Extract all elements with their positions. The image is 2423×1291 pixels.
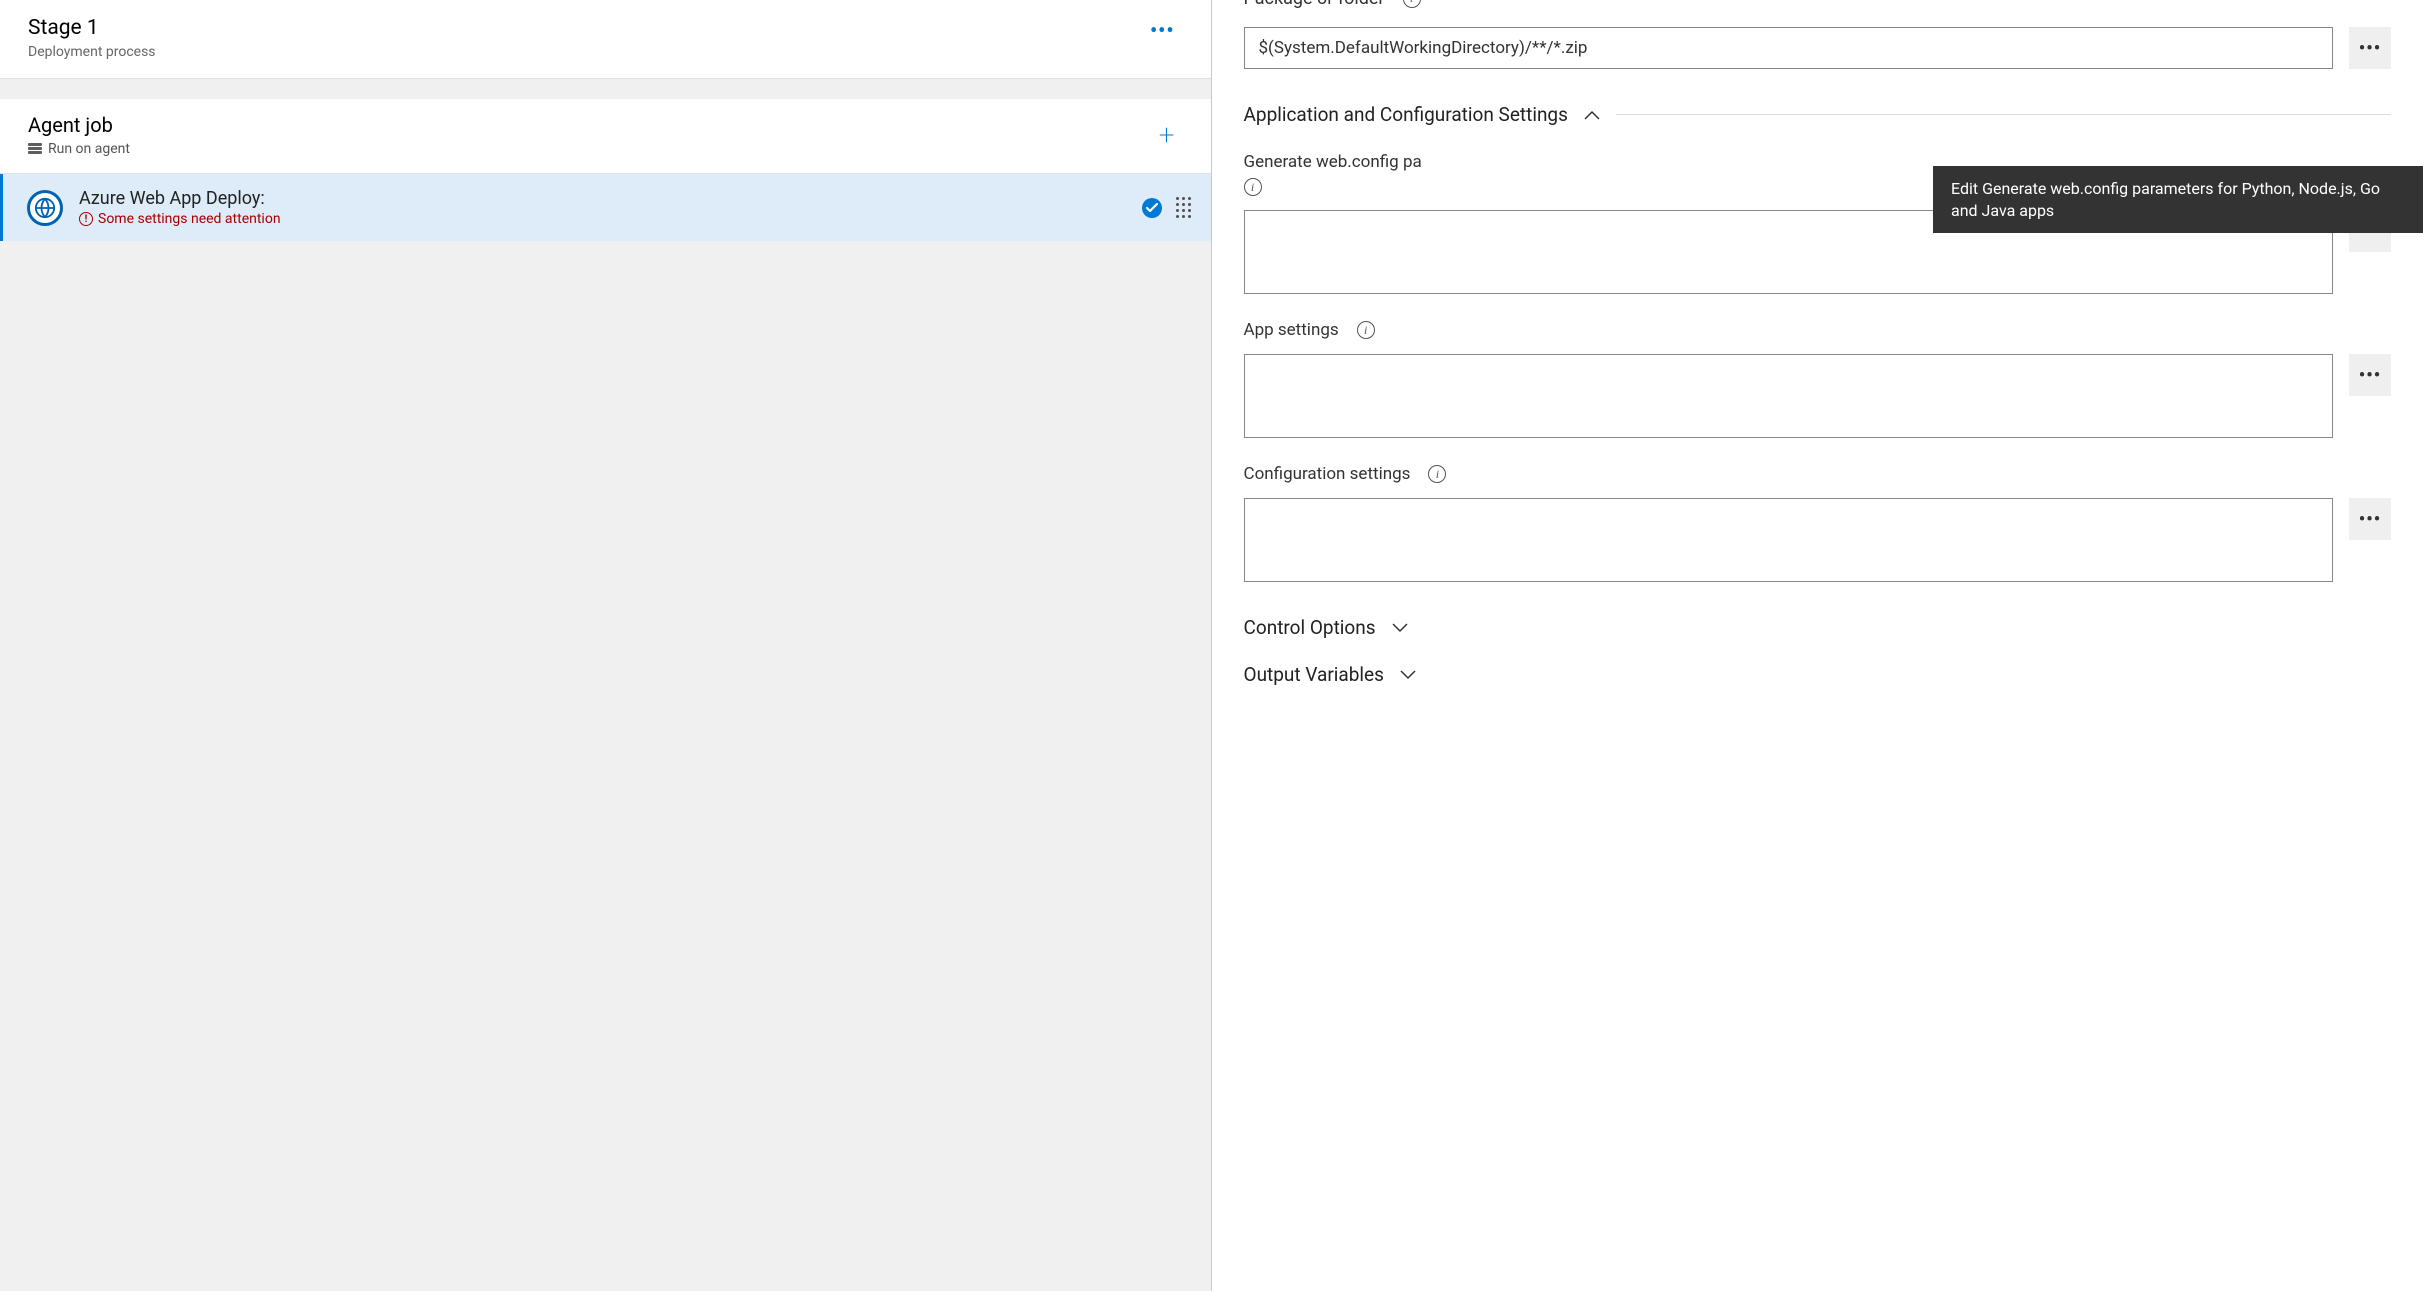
app-settings-label: App settings i [1244,320,2392,340]
task-azure-web-app-deploy[interactable]: Azure Web App Deploy: ! Some settings ne… [0,174,1211,241]
section-output-label: Output Variables [1244,663,1384,686]
info-icon[interactable]: i [1428,465,1446,483]
gen-webconfig-label-text: Generate web.config pa [1244,152,1422,172]
task-warning-text: Some settings need attention [98,211,281,227]
app-settings-input[interactable] [1244,354,2334,438]
info-icon[interactable]: i [1244,178,1262,196]
section-app-config-label: Application and Configuration Settings [1244,103,1568,126]
gen-webconfig-tooltip: Edit Generate web.config parameters for … [1933,166,2423,233]
stage-header: Stage 1 Deployment process ••• [0,0,1211,79]
chevron-down-icon [1400,670,1416,680]
task-title: Azure Web App Deploy: [79,188,281,209]
stage-more-button[interactable]: ••• [1142,16,1183,44]
section-control-options[interactable]: Control Options [1244,616,2392,639]
app-settings-edit-button[interactable]: ••• [2349,354,2391,396]
warning-icon: ! [79,212,93,226]
package-folder-input[interactable] [1244,27,2334,69]
server-icon [28,143,42,155]
app-settings-label-text: App settings [1244,320,1339,340]
task-settings-panel: Package or folder i ••• Application and … [1212,0,2423,1291]
gen-webconfig-label: Generate web.config pa Edit Generate web… [1244,152,2392,172]
agent-job-subtitle: Run on agent [28,141,130,157]
package-folder-browse-button[interactable]: ••• [2349,27,2391,69]
agent-job-title: Agent job [28,113,130,137]
agent-job-row[interactable]: Agent job Run on agent + [0,99,1211,174]
package-folder-label-text: Package or folder [1244,0,1385,9]
chevron-down-icon [1392,623,1408,633]
config-settings-label-text: Configuration settings [1244,464,1411,484]
stage-title: Stage 1 [28,16,156,40]
agent-job-subtitle-text: Run on agent [48,141,130,157]
section-app-config[interactable]: Application and Configuration Settings [1244,103,2392,126]
section-control-label: Control Options [1244,616,1376,639]
info-icon[interactable]: i [1403,0,1421,8]
section-output-variables[interactable]: Output Variables [1244,663,2392,686]
drag-handle-icon[interactable] [1176,197,1191,218]
config-settings-edit-button[interactable]: ••• [2349,498,2391,540]
add-task-button[interactable]: + [1151,121,1183,149]
task-warning: ! Some settings need attention [79,211,281,227]
task-check-badge-icon [1142,198,1162,218]
info-icon[interactable]: i [1357,321,1375,339]
chevron-up-icon [1584,110,1600,120]
config-settings-input[interactable] [1244,498,2334,582]
stage-subtitle: Deployment process [28,44,156,60]
package-folder-label: Package or folder i [1244,0,2392,9]
pipeline-tasks-panel: Stage 1 Deployment process ••• Agent job… [0,0,1212,1291]
azure-webapp-icon [27,190,63,226]
config-settings-label: Configuration settings i [1244,464,2392,484]
